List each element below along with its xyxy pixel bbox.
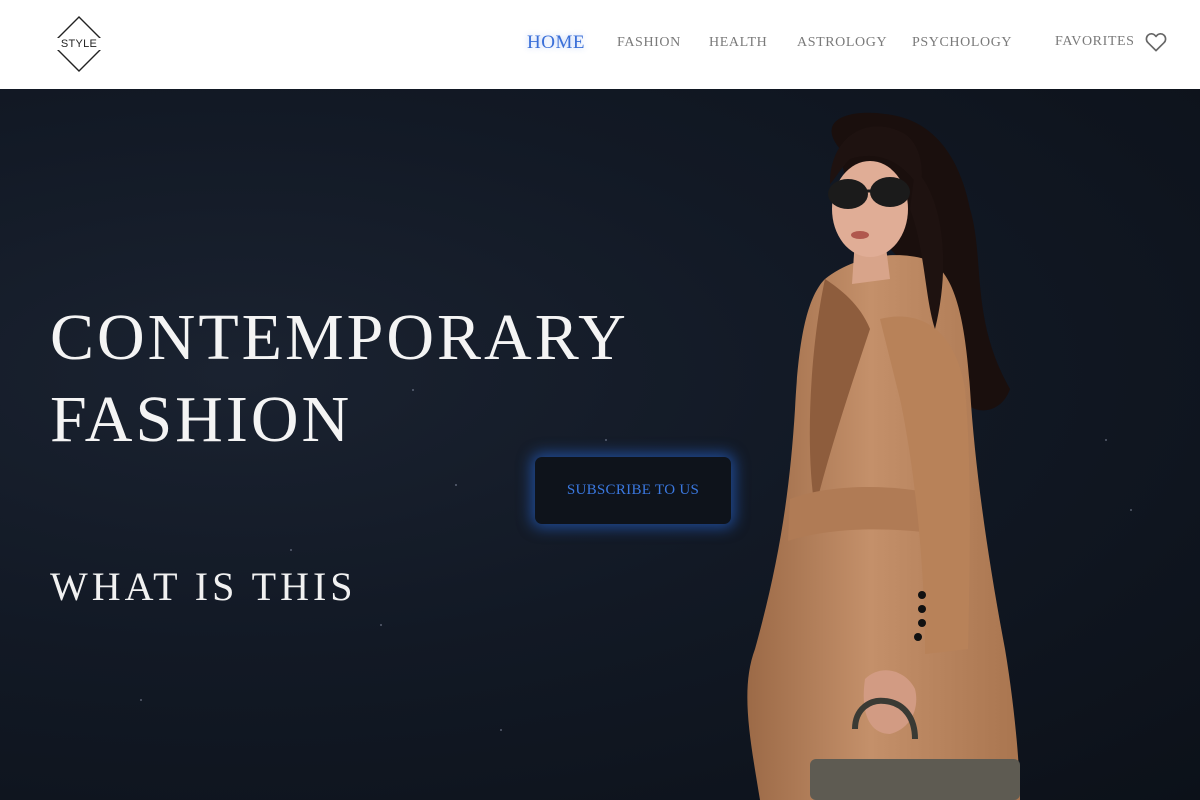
hero-subtitle: WHAT IS THIS <box>50 564 357 609</box>
main-nav: HOME FASHION HEALTH ASTROLOGY PSYCHOLOGY <box>0 0 1200 89</box>
site-header: STYLE HOME FASHION HEALTH ASTROLOGY PSYC… <box>0 0 1200 89</box>
nav-item-fashion[interactable]: FASHION <box>617 35 681 51</box>
nav-item-home[interactable]: HOME <box>527 32 585 54</box>
hero-title-line-2: FASHION <box>50 383 353 456</box>
nav-item-health[interactable]: HEALTH <box>709 35 767 51</box>
hero-section: CONTEMPORARY FASHION SUBSCRIBE TO US WHA… <box>0 89 1200 800</box>
hero-model-image <box>747 112 1020 800</box>
nav-item-astrology[interactable]: ASTROLOGY <box>797 35 887 51</box>
heart-icon <box>1145 33 1166 52</box>
nav-item-psychology[interactable]: PSYCHOLOGY <box>912 35 1012 51</box>
hero-title-line-1: CONTEMPORARY <box>50 301 629 374</box>
favorites-link[interactable]: FAVORITES <box>1055 30 1167 54</box>
subscribe-button[interactable]: SUBSCRIBE TO US <box>535 457 731 524</box>
favorites-label: FAVORITES <box>1055 34 1135 49</box>
hero-title: CONTEMPORARY FASHION <box>50 297 629 461</box>
